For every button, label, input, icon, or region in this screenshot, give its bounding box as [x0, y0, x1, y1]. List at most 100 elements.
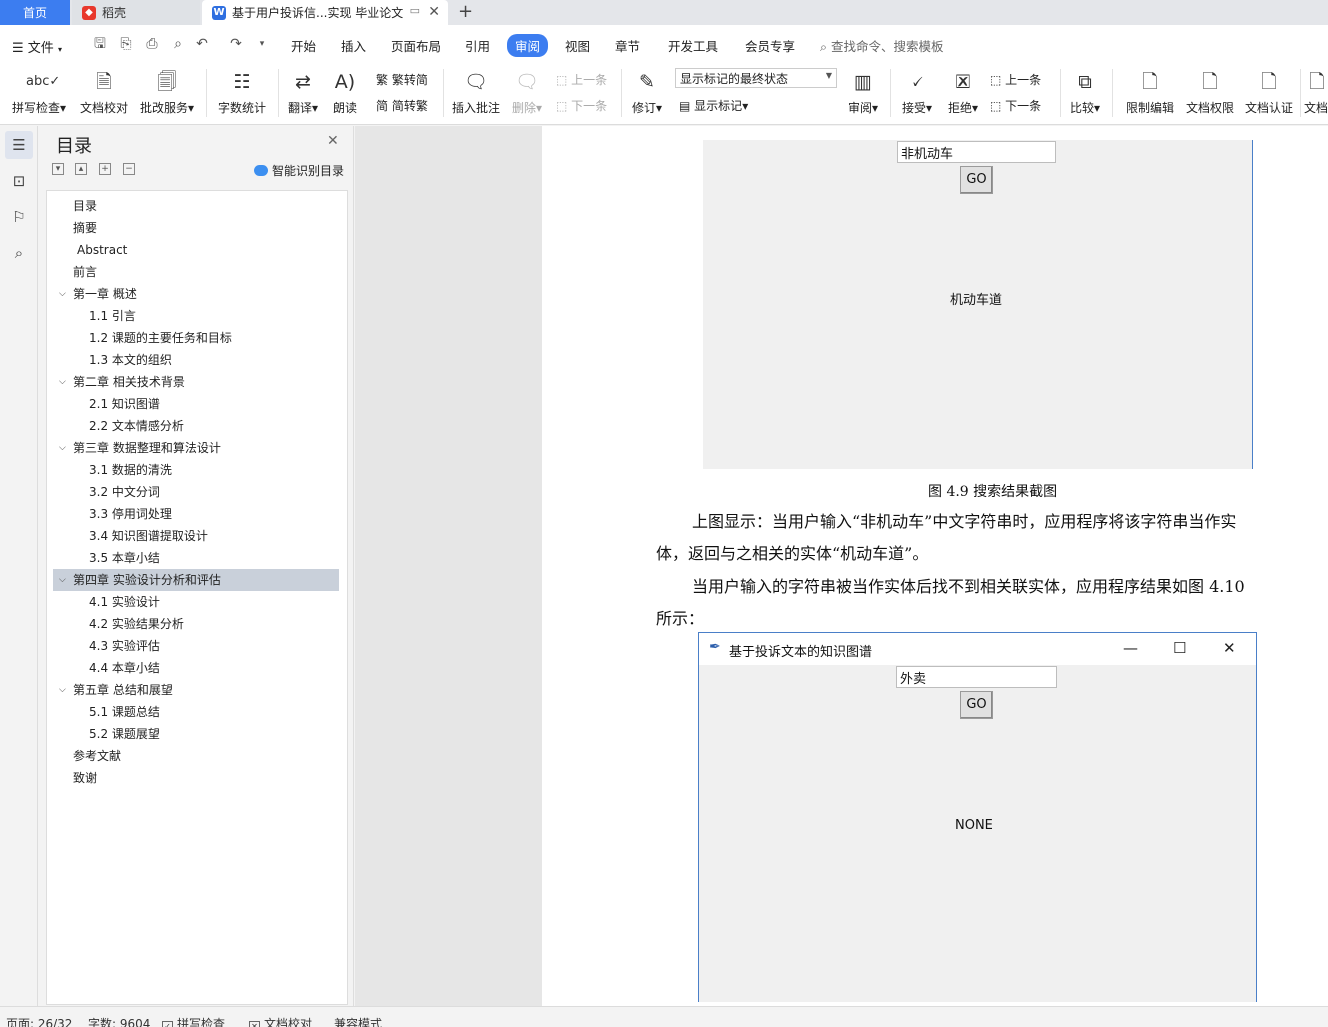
simp-to-trad-button[interactable]: 简 简转繁	[376, 97, 428, 114]
save-icon[interactable]: 🖫	[92, 36, 108, 52]
new-tab-button[interactable]: +	[458, 1, 473, 22]
toc-item[interactable]: 摘要	[53, 217, 339, 239]
close-icon[interactable]: ✕	[327, 133, 339, 149]
chevron-down-icon[interactable]: ⌵	[59, 371, 66, 393]
track-changes-button[interactable]: ✎ 修订▾	[628, 65, 666, 121]
accept-button[interactable]: 🗸 接受▾	[898, 65, 936, 121]
read-aloud-icon: A)	[334, 71, 356, 93]
toc-item[interactable]: 3.1 数据的清洗	[53, 459, 339, 481]
toc-item[interactable]: 3.5 本章小结	[53, 547, 339, 569]
export-pdf-icon[interactable]: ⎘	[118, 36, 134, 52]
close-tab-icon[interactable]: ✕	[428, 4, 440, 20]
markup-state-select[interactable]: 显示标记的最终状态 ▼	[675, 68, 837, 88]
toc-item[interactable]: 参考文献	[53, 745, 339, 767]
compare-button[interactable]: ⧉ 比较▾	[1066, 65, 1104, 121]
tab-references[interactable]: 引用	[465, 36, 490, 55]
bookmark-icon[interactable]: ⚐	[5, 203, 33, 231]
toc-item[interactable]: 4.3 实验评估	[53, 635, 339, 657]
doc-proof-button[interactable]: 🗎 文档校对	[76, 65, 132, 121]
toc-item[interactable]: 5.2 课题展望	[53, 723, 339, 745]
doc-cert-button[interactable]: 🗋 文档认证	[1241, 65, 1297, 121]
tab-home[interactable]: 首页	[0, 0, 70, 25]
toc-item[interactable]: Abstract	[53, 239, 339, 261]
trad-to-simp-button[interactable]: 繁 繁转简	[376, 71, 428, 88]
insert-comment-button[interactable]: 🗨 插入批注	[449, 65, 503, 121]
toc-item[interactable]: ⌵ 第二章 相关技术背景	[53, 371, 339, 393]
show-markup-button[interactable]: ▤ 显示标记▾	[679, 97, 748, 114]
review-pane-button[interactable]: ▥ 审阅▾	[845, 65, 881, 121]
navigation-icon[interactable]: ⊡	[5, 167, 33, 195]
tab-daoke[interactable]: ◆ 稻壳	[72, 0, 200, 25]
tab-view[interactable]: 视图	[565, 36, 590, 55]
document-canvas[interactable]: 非机动车 GO 机动车道 图 4.9 搜索结果截图 上图显示：当用户输入“非机动…	[355, 126, 1328, 1006]
toc-item[interactable]: 4.2 实验结果分析	[53, 613, 339, 635]
toc-item[interactable]: ⌵ 第三章 数据整理和算法设计	[53, 437, 339, 459]
proof-status[interactable]: ✕ 文档校对	[249, 1015, 312, 1027]
redo-icon[interactable]: ↷	[228, 36, 244, 52]
toc-item[interactable]: 4.4 本章小结	[53, 657, 339, 679]
search-icon[interactable]: ⌕	[5, 239, 33, 267]
command-search[interactable]: ⌕ 查找命令、搜索模板	[820, 36, 944, 55]
tab-developer[interactable]: 开发工具	[668, 36, 718, 55]
toc-item[interactable]: ⌵ 第一章 概述	[53, 283, 339, 305]
trad-to-simp-icon: 繁	[376, 73, 389, 87]
delete-comment-button[interactable]: 🗨 删除▾	[508, 65, 546, 121]
doc-more-button[interactable]: 🗋 文档	[1304, 65, 1328, 121]
collapse-all-icon[interactable]: ▾	[52, 163, 64, 175]
toc-item[interactable]: 致谢	[53, 767, 339, 789]
doc-rights-button[interactable]: 🗋 文档权限	[1182, 65, 1238, 121]
undo-icon[interactable]: ↶	[194, 36, 210, 52]
toc-item[interactable]: 前言	[53, 261, 339, 283]
remove-level-icon[interactable]: −	[123, 163, 135, 175]
chevron-down-icon[interactable]: ⌵	[59, 437, 66, 459]
add-level-icon[interactable]: +	[99, 163, 111, 175]
tab-start[interactable]: 开始	[291, 36, 316, 55]
spell-check-status[interactable]: ✓ 拼写检查	[162, 1015, 225, 1027]
review-service-button[interactable]: 🗐 批改服务▾	[136, 65, 198, 121]
toc-item[interactable]: ⌵ 第四章 实验设计分析和评估	[53, 569, 339, 591]
page-indicator[interactable]: 页面: 26/32	[6, 1015, 72, 1027]
chevron-down-icon[interactable]: ⌵	[59, 569, 66, 591]
toc-item[interactable]: 1.1 引言	[53, 305, 339, 327]
toc-item[interactable]: 1.3 本文的组织	[53, 349, 339, 371]
toc-item[interactable]: 1.2 课题的主要任务和目标	[53, 327, 339, 349]
toc-item[interactable]: 3.4 知识图谱提取设计	[53, 525, 339, 547]
document-page[interactable]: 非机动车 GO 机动车道 图 4.9 搜索结果截图 上图显示：当用户输入“非机动…	[542, 126, 1328, 1006]
quick-access-more-icon[interactable]: ▾	[254, 36, 270, 52]
next-change-button[interactable]: ⬚ 下一条	[990, 97, 1041, 114]
print-preview-icon[interactable]: ⌕	[170, 36, 186, 52]
tab-page-layout[interactable]: 页面布局	[391, 36, 441, 55]
toc-item[interactable]: ⌵ 第五章 总结和展望	[53, 679, 339, 701]
expand-icon[interactable]: ▴	[75, 163, 87, 175]
monitor-icon[interactable]: ▭	[410, 4, 420, 17]
file-menu[interactable]: ☰ 文件 ▾	[12, 37, 62, 56]
next-comment-button[interactable]: ⬚ 下一条	[556, 97, 607, 114]
prev-comment-button[interactable]: ⬚ 上一条	[556, 71, 607, 88]
toc-item[interactable]: 2.2 文本情感分析	[53, 415, 339, 437]
word-count-button[interactable]: ☷ 字数统计	[214, 65, 270, 121]
word-count-indicator[interactable]: 字数: 9604	[88, 1015, 150, 1027]
tab-member[interactable]: 会员专享	[745, 36, 795, 55]
tab-review[interactable]: 审阅	[507, 34, 549, 57]
prev-change-button[interactable]: ⬚ 上一条	[990, 71, 1041, 88]
tab-bar: 首页 ◆ 稻壳 W 基于用户投诉信...实现 毕业论文 ▭ ✕ +	[0, 0, 1328, 25]
toc-item[interactable]: 3.2 中文分词	[53, 481, 339, 503]
tab-insert[interactable]: 插入	[341, 36, 366, 55]
spell-check-button[interactable]: abc✓ 拼写检查▾	[8, 65, 70, 121]
toc-panel-icon[interactable]: ☰	[5, 131, 33, 159]
toc-item[interactable]: 5.1 课题总结	[53, 701, 339, 723]
translate-button[interactable]: ⇄ 翻译▾	[284, 65, 322, 121]
print-icon[interactable]: ⎙	[144, 36, 160, 52]
chevron-down-icon[interactable]: ⌵	[59, 679, 66, 701]
tab-document[interactable]: W 基于用户投诉信...实现 毕业论文 ▭ ✕	[202, 0, 448, 25]
reject-button[interactable]: 🗷 拒绝▾	[944, 65, 982, 121]
restrict-edit-button[interactable]: 🗋 限制编辑	[1122, 65, 1178, 121]
toc-item[interactable]: 目录	[53, 195, 339, 217]
toc-item[interactable]: 2.1 知识图谱	[53, 393, 339, 415]
toc-item[interactable]: 3.3 停用词处理	[53, 503, 339, 525]
read-aloud-button[interactable]: A) 朗读	[328, 65, 362, 121]
smart-toc-button[interactable]: 智能识别目录	[254, 162, 344, 179]
tab-section[interactable]: 章节	[615, 36, 640, 55]
toc-item[interactable]: 4.1 实验设计	[53, 591, 339, 613]
chevron-down-icon[interactable]: ⌵	[59, 283, 66, 305]
